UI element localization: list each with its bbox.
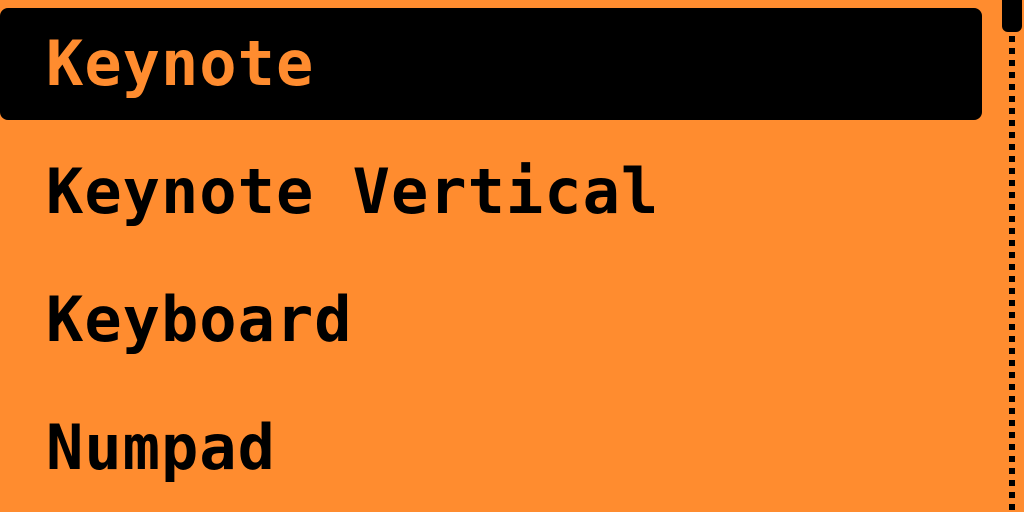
- menu-item-keyboard[interactable]: Keyboard: [0, 264, 982, 376]
- menu-item-label: Keyboard: [46, 283, 353, 356]
- menu-item-keynote[interactable]: Keynote: [0, 8, 982, 120]
- scrollbar-thumb[interactable]: [1002, 0, 1022, 32]
- menu-item-label: Numpad: [46, 411, 276, 484]
- scrollbar[interactable]: [1000, 0, 1024, 512]
- menu-item-label: Keynote Vertical: [46, 155, 660, 228]
- menu-screen: Keynote Keynote Vertical Keyboard Numpad: [0, 0, 1024, 512]
- scrollbar-track[interactable]: [1009, 36, 1015, 512]
- menu-item-label: Keynote: [46, 27, 315, 100]
- menu-item-numpad[interactable]: Numpad: [0, 392, 982, 504]
- menu-item-keynote-vertical[interactable]: Keynote Vertical: [0, 136, 982, 248]
- menu-list: Keynote Keynote Vertical Keyboard Numpad: [0, 8, 990, 512]
